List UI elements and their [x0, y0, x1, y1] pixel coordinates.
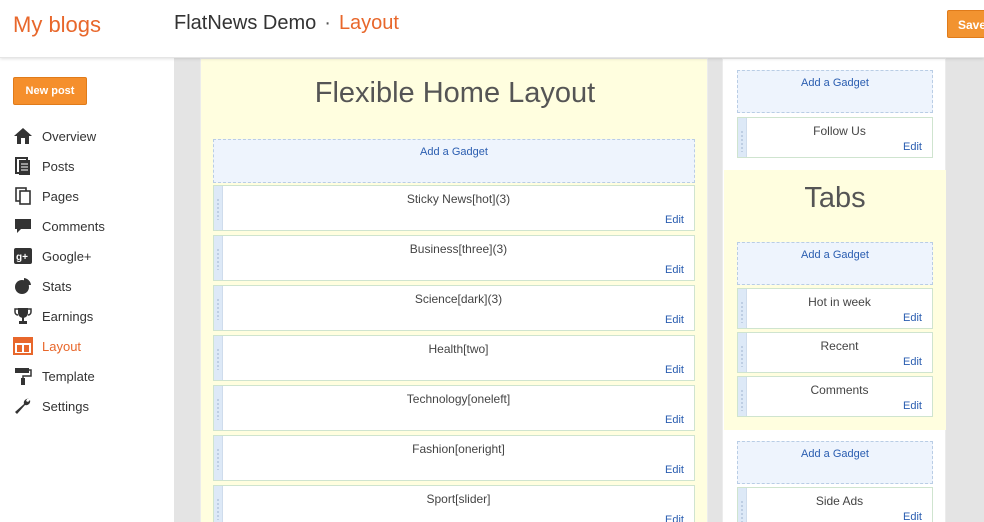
- drag-handle[interactable]: [214, 486, 223, 522]
- gadget-title: Sport[slider]: [426, 492, 491, 506]
- gadget-business[interactable]: Business[three](3) Edit: [213, 235, 695, 281]
- gadget-sport[interactable]: Sport[slider] Edit: [213, 485, 695, 522]
- gadget-edit-link[interactable]: Edit: [903, 511, 922, 522]
- gadget-science[interactable]: Science[dark](3) Edit: [213, 285, 695, 331]
- gadget-edit-link[interactable]: Edit: [903, 141, 922, 153]
- sidebar-nav: Overview Posts Pages Comments g+ Google+…: [13, 121, 105, 421]
- gadget-follow-us[interactable]: Follow Us Edit: [737, 117, 933, 158]
- add-gadget-link[interactable]: Add a Gadget: [737, 242, 933, 285]
- posts-icon: [13, 157, 33, 175]
- sidebar-item-overview[interactable]: Overview: [13, 121, 105, 151]
- drag-handle[interactable]: [738, 488, 747, 522]
- main-section-title: Flexible Home Layout: [314, 77, 596, 109]
- page-title: Layout: [338, 12, 399, 34]
- drag-handle[interactable]: [214, 236, 223, 280]
- top-bar: My blogs FlatNews Demo · Layout Save: [0, 0, 984, 58]
- gadget-edit-link[interactable]: Edit: [665, 414, 684, 426]
- gadget-comments[interactable]: Comments Edit: [737, 376, 933, 417]
- sidebar-item-layout[interactable]: Layout: [13, 331, 105, 361]
- sidebar-item-label: Overview: [42, 128, 97, 144]
- trophy-icon: [13, 307, 33, 325]
- gadget-title: Business[three](3): [409, 242, 508, 256]
- gadget-title: Health[two]: [428, 342, 489, 356]
- save-arrangement-button[interactable]: Save: [947, 10, 984, 38]
- drag-handle[interactable]: [214, 386, 223, 430]
- google-plus-icon: g+: [13, 247, 33, 265]
- sidebar-item-label: Google+: [42, 248, 92, 264]
- sidebar-item-settings[interactable]: Settings: [13, 391, 105, 421]
- new-post-button[interactable]: New post: [13, 77, 87, 105]
- sidebar: New post Overview Posts Pages Comments g…: [0, 58, 174, 522]
- layout-canvas: Flexible Home Layout Add a Gadget Sticky…: [174, 58, 984, 522]
- sidebar-item-label: Settings: [42, 398, 89, 414]
- gadget-hot-in-week[interactable]: Hot in week Edit: [737, 288, 933, 329]
- gadget-title: Science[dark](3): [414, 292, 503, 306]
- gadget-health[interactable]: Health[two] Edit: [213, 335, 695, 381]
- drag-handle[interactable]: [738, 377, 747, 416]
- sidebar-item-label: Template: [42, 368, 95, 384]
- gadget-edit-link[interactable]: Edit: [665, 214, 684, 226]
- sidebar-item-label: Posts: [42, 158, 75, 174]
- drag-handle[interactable]: [214, 286, 223, 330]
- gadget-edit-link[interactable]: Edit: [665, 464, 684, 476]
- breadcrumb: FlatNews Demo · Layout: [174, 12, 399, 35]
- sidebar-item-google-plus[interactable]: g+ Google+: [13, 241, 105, 271]
- sidebar-item-label: Pages: [42, 188, 79, 204]
- gadget-edit-link[interactable]: Edit: [665, 314, 684, 326]
- sidebar-item-label: Layout: [42, 338, 82, 354]
- gadget-title: Sticky News[hot](3): [406, 192, 511, 206]
- gadget-title: Follow Us: [813, 124, 866, 138]
- gadget-edit-link[interactable]: Edit: [665, 264, 684, 276]
- sidebar-item-earnings[interactable]: Earnings: [13, 301, 105, 331]
- my-blogs-link[interactable]: My blogs: [13, 12, 101, 38]
- blog-name-link[interactable]: FlatNews Demo: [174, 12, 316, 34]
- breadcrumb-separator: ·: [324, 12, 331, 34]
- sidebar-item-label: Stats: [42, 278, 72, 294]
- drag-handle[interactable]: [214, 186, 223, 230]
- drag-handle[interactable]: [738, 333, 747, 372]
- drag-handle[interactable]: [738, 289, 747, 328]
- tabs-section: Tabs Add a Gadget Hot in week Edit Recen…: [724, 170, 946, 430]
- gadget-title: Recent: [820, 339, 859, 353]
- gadget-title: Comments: [810, 383, 869, 397]
- sidebar-item-label: Earnings: [42, 308, 94, 324]
- gadget-edit-link[interactable]: Edit: [665, 514, 684, 522]
- home-icon: [13, 127, 33, 145]
- drag-handle[interactable]: [214, 436, 223, 480]
- add-gadget-link[interactable]: Add a Gadget: [737, 441, 933, 484]
- pie-chart-icon: [13, 277, 33, 295]
- sidebar-item-stats[interactable]: Stats: [13, 271, 105, 301]
- main-section: Flexible Home Layout Add a Gadget Sticky…: [200, 58, 708, 522]
- gadget-recent[interactable]: Recent Edit: [737, 332, 933, 373]
- sidebar-item-pages[interactable]: Pages: [13, 181, 105, 211]
- gadget-technology[interactable]: Technology[oneleft] Edit: [213, 385, 695, 431]
- layout-icon: [13, 337, 33, 355]
- wrench-icon: [13, 397, 33, 415]
- gadget-title: Side Ads: [815, 494, 864, 508]
- sidebar-item-label: Comments: [42, 218, 105, 234]
- gadget-edit-link[interactable]: Edit: [903, 356, 922, 368]
- gadget-edit-link[interactable]: Edit: [903, 400, 922, 412]
- gadget-fashion[interactable]: Fashion[oneright] Edit: [213, 435, 695, 481]
- add-gadget-link[interactable]: Add a Gadget: [737, 70, 933, 113]
- gadget-title: Hot in week: [808, 295, 871, 309]
- gadget-edit-link[interactable]: Edit: [665, 364, 684, 376]
- gadget-side-ads[interactable]: Side Ads Edit: [737, 487, 933, 522]
- comment-icon: [13, 217, 33, 235]
- gadget-edit-link[interactable]: Edit: [903, 312, 922, 324]
- drag-handle[interactable]: [214, 336, 223, 380]
- paint-roller-icon: [13, 367, 33, 385]
- svg-text:g+: g+: [16, 252, 28, 263]
- sidebar-item-comments[interactable]: Comments: [13, 211, 105, 241]
- sidebar-item-posts[interactable]: Posts: [13, 151, 105, 181]
- gadget-sticky-news[interactable]: Sticky News[hot](3) Edit: [213, 185, 695, 231]
- add-gadget-link[interactable]: Add a Gadget: [213, 139, 695, 183]
- pages-icon: [13, 187, 33, 205]
- drag-handle[interactable]: [738, 118, 747, 157]
- tabs-section-title: Tabs: [804, 182, 866, 214]
- sidebar-item-template[interactable]: Template: [13, 361, 105, 391]
- gadget-title: Technology[oneleft]: [406, 392, 511, 406]
- gadget-title: Fashion[oneright]: [412, 442, 505, 456]
